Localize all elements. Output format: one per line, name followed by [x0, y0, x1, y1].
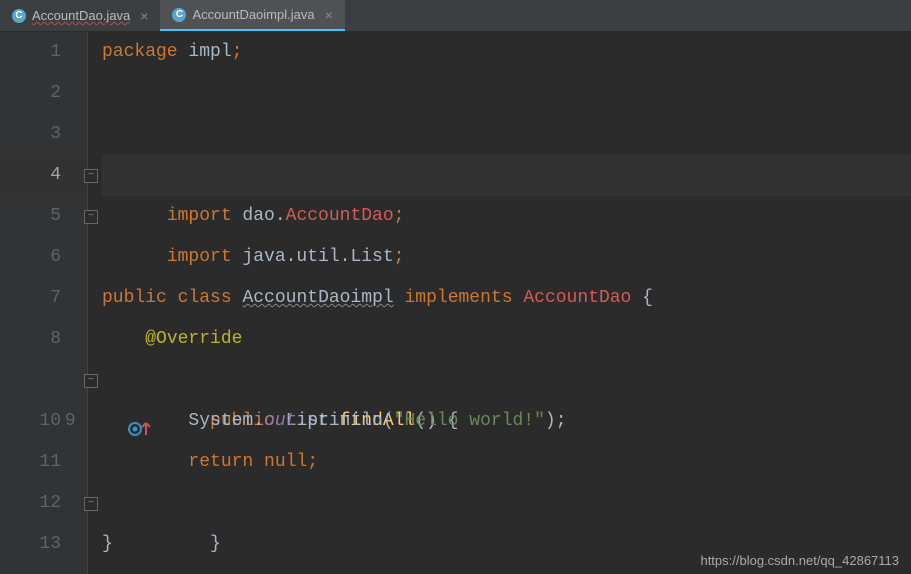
java-class-icon: C: [172, 8, 186, 22]
line-number: 5: [0, 196, 87, 237]
tab-accountdao[interactable]: C AccountDao.java ×: [0, 0, 160, 31]
line-number: 13: [0, 524, 87, 565]
watermark-text: https://blog.csdn.net/qq_42867113: [700, 553, 899, 568]
line-number: 10: [0, 401, 87, 442]
code-line: return null;: [102, 442, 911, 483]
line-number: 7: [0, 278, 87, 319]
code-line: [102, 237, 911, 278]
code-line: − public List findAll() {: [102, 360, 911, 401]
line-number: 2: [0, 73, 87, 114]
close-icon[interactable]: ×: [325, 7, 333, 23]
code-line: − }: [102, 483, 911, 524]
fold-icon[interactable]: −: [84, 497, 98, 511]
line-number: 4: [0, 155, 87, 196]
code-line: @Override: [102, 319, 911, 360]
code-editor[interactable]: 1 2 3 4 5 6 7 8 9 10 11 12 13 package im…: [0, 32, 911, 574]
line-number: 6: [0, 237, 87, 278]
line-number-gutter: 1 2 3 4 5 6 7 8 9 10 11 12 13: [0, 32, 88, 574]
editor-tabs: C AccountDao.java × C AccountDaoimpl.jav…: [0, 0, 911, 32]
line-number: 1: [0, 32, 87, 73]
fold-icon[interactable]: −: [84, 374, 98, 388]
code-area[interactable]: package impl; −import dao.AccountDao; −i…: [88, 32, 911, 574]
tab-accountdaoimpl[interactable]: C AccountDaoimpl.java ×: [160, 0, 344, 31]
code-line: System.out.println("Hello world!");: [102, 401, 911, 442]
line-number: 8: [0, 319, 87, 360]
code-line: [102, 114, 911, 155]
line-number: 3: [0, 114, 87, 155]
code-line: [102, 73, 911, 114]
close-icon[interactable]: ×: [140, 8, 148, 24]
fold-icon[interactable]: −: [84, 169, 98, 183]
tab-label: AccountDaoimpl.java: [192, 7, 314, 22]
code-line: public class AccountDaoimpl implements A…: [102, 278, 911, 319]
line-number: 11: [0, 442, 87, 483]
java-class-icon: C: [12, 9, 26, 23]
tab-label: AccountDao.java: [32, 8, 130, 23]
line-number: 12: [0, 483, 87, 524]
code-line: −import dao.AccountDao;: [102, 155, 911, 196]
code-line: package impl;: [102, 32, 911, 73]
line-number: 9: [0, 360, 87, 401]
fold-icon[interactable]: −: [84, 210, 98, 224]
code-line: −import java.util.List;: [102, 196, 911, 237]
